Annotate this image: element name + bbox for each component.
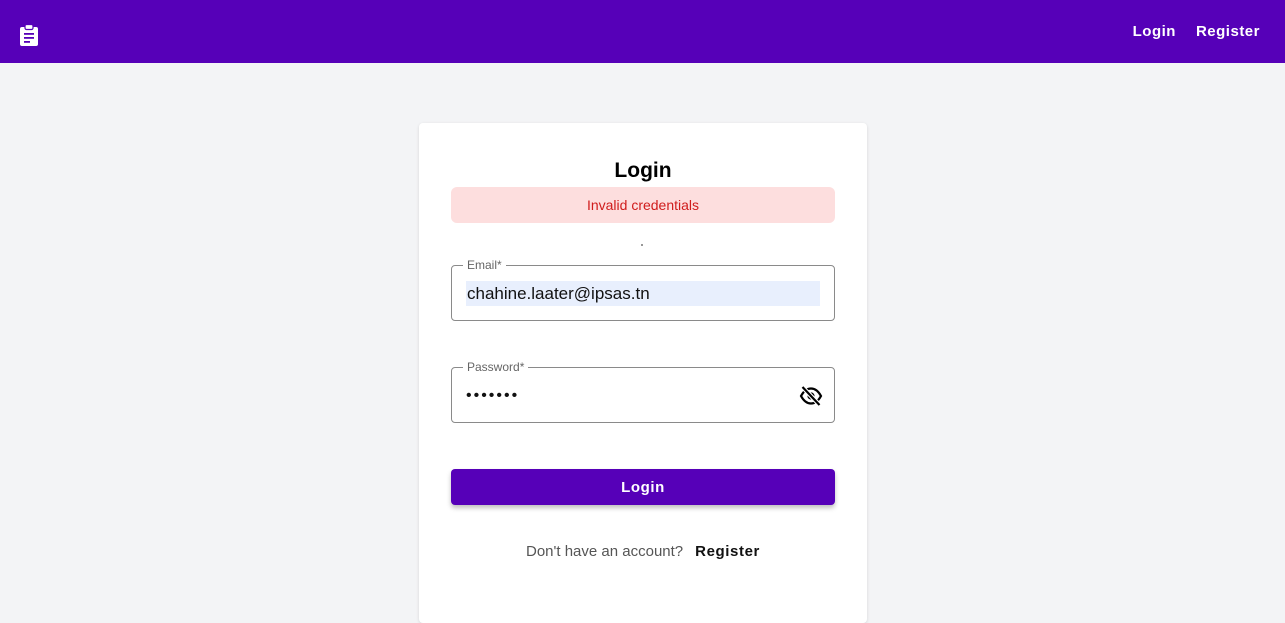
nav-register-link[interactable]: Register <box>1196 23 1260 40</box>
login-button[interactable]: Login <box>451 469 835 505</box>
register-prompt: Don't have an account? Register <box>419 543 867 560</box>
email-field[interactable]: Email* <box>451 258 835 321</box>
nav-login-link[interactable]: Login <box>1133 23 1176 40</box>
separator-dot <box>641 244 643 246</box>
error-alert-message: Invalid credentials <box>586 197 700 213</box>
error-alert: Invalid credentials <box>451 187 835 223</box>
password-field[interactable]: Password* <box>451 360 835 423</box>
register-link[interactable]: Register <box>695 543 760 560</box>
top-nav: Login Register <box>1133 23 1260 40</box>
clipboard-icon[interactable] <box>18 23 40 46</box>
eye-off-icon[interactable] <box>798 384 824 408</box>
login-card: Login Invalid credentials Email* Passwor… <box>419 123 867 623</box>
login-title: Login <box>614 159 672 182</box>
email-input[interactable] <box>466 281 820 306</box>
email-label: Email* <box>463 258 506 272</box>
register-prompt-text: Don't have an account? <box>526 543 684 560</box>
app-bar: Login Register <box>0 0 1285 63</box>
password-input[interactable] <box>466 383 786 408</box>
password-label: Password* <box>463 360 529 374</box>
